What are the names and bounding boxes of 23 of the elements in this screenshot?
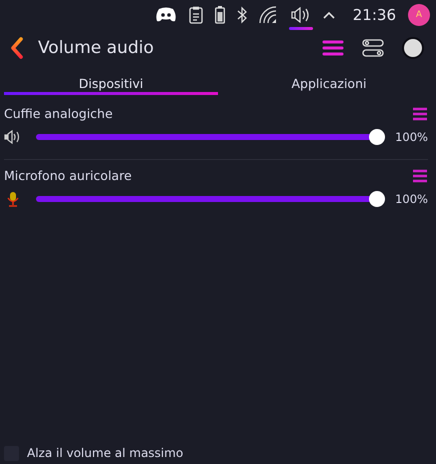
wifi-icon[interactable] xyxy=(258,6,279,24)
toggles-icon[interactable] xyxy=(362,39,384,57)
clipboard-icon[interactable] xyxy=(188,6,203,24)
device-name: Cuffie analogiche xyxy=(4,106,113,121)
speaker-icon[interactable] xyxy=(290,7,311,23)
checkbox-label: Alza il volume al massimo xyxy=(27,446,184,460)
tab[interactable]: Dispositivi xyxy=(4,76,218,98)
tab[interactable]: Applicazioni xyxy=(222,76,436,98)
clock-time: 21:36 xyxy=(352,6,396,24)
battery-icon[interactable] xyxy=(214,6,225,24)
game-controller-icon[interactable] xyxy=(154,7,177,23)
page-title: Volume audio xyxy=(38,38,154,58)
speaker-icon[interactable] xyxy=(4,130,22,144)
menu-icon[interactable] xyxy=(322,40,344,56)
volume-percent: 100% xyxy=(395,192,428,206)
back-icon[interactable] xyxy=(10,37,24,59)
menu-icon[interactable] xyxy=(412,168,428,182)
chevron-up-icon[interactable] xyxy=(322,11,335,19)
menu-icon[interactable] xyxy=(412,106,428,120)
circle-toggle[interactable] xyxy=(402,37,424,59)
bluetooth-icon[interactable] xyxy=(236,6,247,24)
device-name: Microfono auricolare xyxy=(4,168,132,183)
volume-percent: 100% xyxy=(395,130,428,144)
